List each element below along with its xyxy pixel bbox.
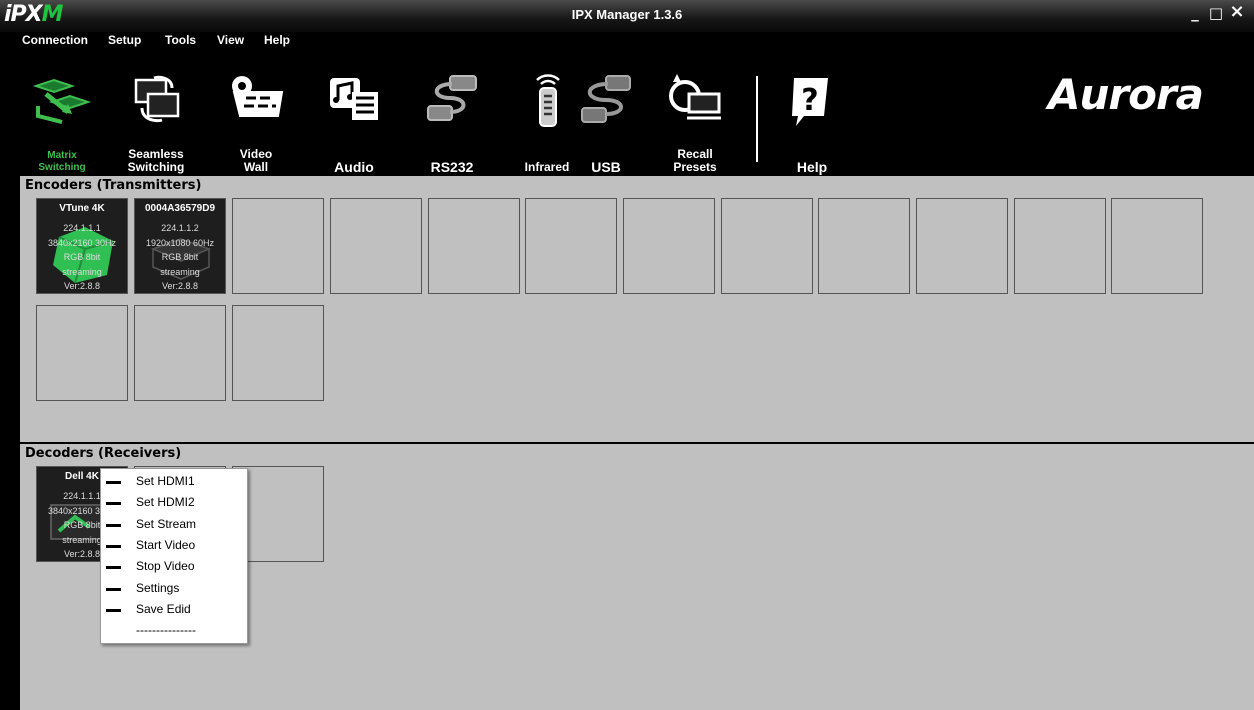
tool-recall-presets[interactable]: Recall Presets [651, 66, 739, 178]
empty-encoder-slot[interactable] [623, 198, 715, 294]
menu-item-label: Set Stream [136, 517, 197, 531]
video-wall-icon [232, 76, 284, 117]
tool-label: Matrix Switching [38, 150, 86, 173]
tool-rs232[interactable]: RS232 [408, 66, 496, 178]
menu-tools[interactable]: Tools [165, 33, 196, 47]
menu-item-marker [106, 502, 121, 505]
menu-start-video[interactable]: Start Video [101, 535, 247, 556]
tool-usb[interactable]: USB [562, 66, 650, 178]
menu-set-hdmi2[interactable]: Set HDMI2 [101, 492, 247, 513]
tool-label: Seamless Switching [127, 147, 185, 174]
window-title: IPX Manager 1.3.6 [571, 7, 683, 22]
close-button[interactable]: × [1228, 1, 1246, 22]
menu-connection[interactable]: Connection [22, 33, 88, 47]
menu-item-marker [106, 609, 121, 612]
empty-encoder-slot[interactable] [818, 198, 910, 294]
menu-item-marker [106, 481, 121, 484]
menu-separator: --------------- [101, 621, 247, 642]
device-name: 0004A36579D9 [144, 203, 216, 214]
empty-encoder-slot[interactable] [721, 198, 813, 294]
encoder-tile[interactable]: VTune 4K 224.1.1.1 3840x2160 30Hz RGB 8b… [36, 198, 128, 294]
tool-matrix-switching[interactable]: Matrix Switching [18, 66, 106, 178]
tool-label: Help [796, 159, 828, 175]
tool-video-wall[interactable]: Video Wall [212, 66, 300, 178]
tool-label: Audio [334, 159, 374, 175]
tool-label: Video Wall [239, 147, 273, 174]
empty-encoder-slot[interactable] [232, 305, 324, 401]
empty-encoder-slot[interactable] [1014, 198, 1106, 294]
menu-view[interactable]: View [217, 33, 244, 47]
device-info: 224.1.1.2 1920x1080 60Hz RGB 8bit stream… [145, 223, 215, 291]
toolbar-separator [756, 76, 758, 162]
menu-item-marker [106, 566, 121, 569]
menu-stop-video[interactable]: Stop Video [101, 556, 247, 577]
maximize-button[interactable]: □ [1207, 4, 1225, 22]
encoders-title: Encoders (Transmitters) [25, 178, 202, 193]
minimize-button[interactable]: _ [1186, 4, 1204, 22]
empty-encoder-slot[interactable] [525, 198, 617, 294]
tool-help[interactable]: ? Help [768, 66, 856, 178]
menu-bar: Connection Setup Tools View Help [0, 32, 1254, 48]
menu-setup[interactable]: Setup [108, 33, 141, 47]
empty-encoder-slot[interactable] [330, 198, 422, 294]
menu-help[interactable]: Help [264, 33, 290, 47]
tool-label: USB [591, 159, 621, 175]
menu-item-label: Set HDMI2 [136, 495, 195, 509]
menu-item-label: Settings [136, 581, 180, 595]
menu-save-edid[interactable]: Save Edid [101, 599, 247, 620]
decoders-title: Decoders (Receivers) [25, 446, 182, 461]
menu-settings[interactable]: Settings [101, 578, 247, 599]
device-name: VTune 4K [59, 203, 105, 214]
tool-label: RS232 [430, 159, 474, 175]
recall-presets-icon [669, 74, 721, 120]
matrix-switching-icon [32, 78, 92, 124]
tool-label: Recall Presets [673, 147, 717, 174]
usb-icon [581, 75, 631, 123]
empty-encoder-slot[interactable] [134, 305, 226, 401]
menu-set-hdmi1[interactable]: Set HDMI1 [101, 471, 247, 492]
empty-encoder-slot[interactable] [916, 198, 1008, 294]
menu-item-marker [106, 524, 121, 527]
menu-item-label: Save Edid [136, 602, 191, 616]
device-info: 224.1.1.1 3840x2160 30Hz RGB 8bit stream… [47, 223, 117, 291]
title-bar[interactable]: iPXM IPX Manager 1.3.6 _ □ × [0, 0, 1254, 32]
encoders-panel: Encoders (Transmitters) VTune 4K 224.1.1… [18, 176, 1254, 442]
rs232-icon [427, 75, 477, 121]
encoder-tile[interactable]: 0004A36579D9 224.1.1.2 1920x1080 60Hz RG… [134, 198, 226, 294]
context-menu: Set HDMI1 Set HDMI2 Set Stream Start Vid… [100, 468, 248, 644]
menu-item-label: Start Video [136, 538, 196, 552]
separator-text: --------------- [136, 623, 196, 637]
menu-item-marker [106, 588, 121, 591]
tool-seamless-switching[interactable]: Seamless Switching [112, 66, 200, 178]
tool-audio[interactable]: Audio [310, 66, 398, 178]
empty-encoder-slot[interactable] [1111, 198, 1203, 294]
empty-encoder-slot[interactable] [428, 198, 520, 294]
brand-logo: Aurora [1048, 70, 1204, 119]
seamless-switching-icon [134, 75, 180, 123]
menu-item-label: Stop Video [136, 559, 195, 573]
menu-item-marker [106, 545, 121, 548]
svg-text:?: ? [801, 83, 818, 118]
help-icon: ? [792, 78, 828, 126]
toolbar: Matrix Switching Seamless Switching Vide… [0, 48, 1254, 176]
menu-set-stream[interactable]: Set Stream [101, 514, 247, 535]
audio-icon [330, 78, 378, 120]
menu-item-label: Set HDMI1 [136, 474, 195, 488]
empty-encoder-slot[interactable] [36, 305, 128, 401]
empty-encoder-slot[interactable] [232, 198, 324, 294]
